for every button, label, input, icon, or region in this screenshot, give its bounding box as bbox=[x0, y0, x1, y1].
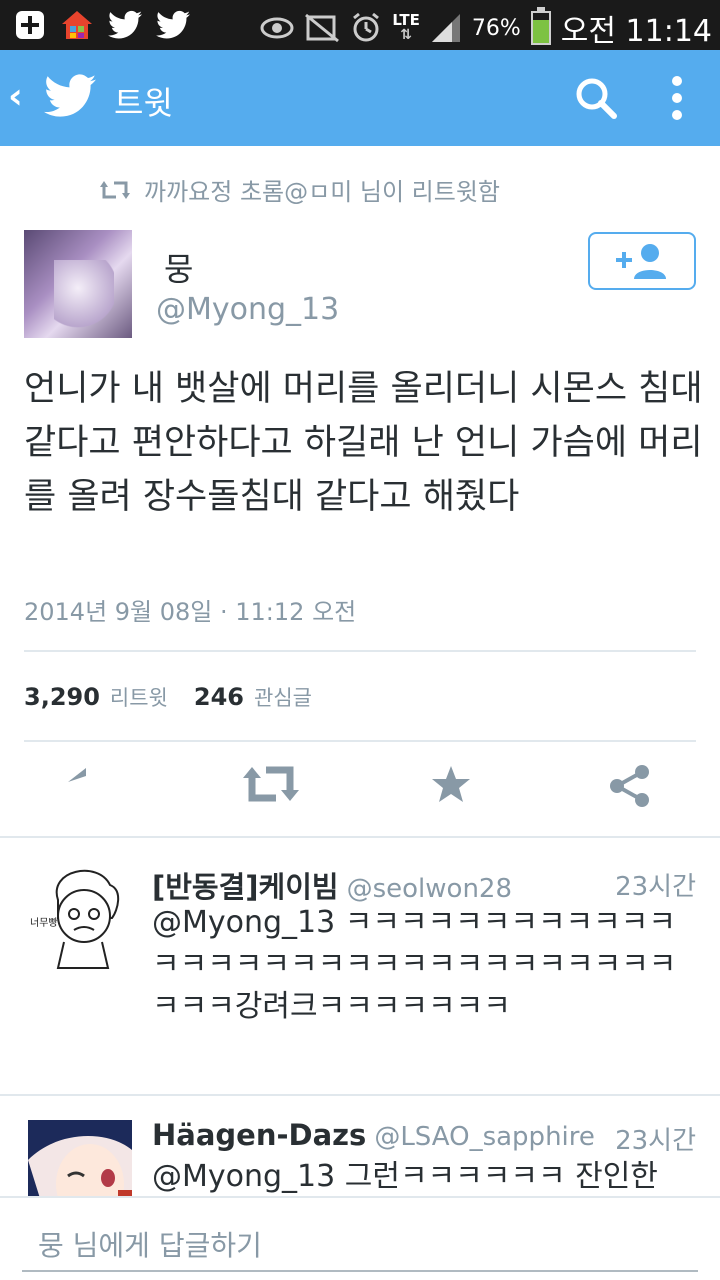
notification-icons bbox=[14, 8, 190, 42]
home-app-icon bbox=[62, 11, 92, 39]
favorite-count[interactable]: 246 bbox=[194, 683, 244, 711]
retweeted-by-text: 까까요정 초롬@ㅁ미 님이 리트윗함 bbox=[144, 178, 501, 206]
data-arrows-icon: ⇅ bbox=[400, 27, 412, 43]
reply-avatar[interactable]: 너무빵 bbox=[28, 860, 132, 969]
tweet-actions bbox=[0, 764, 720, 818]
tweet-text: 언니가 내 뱃살에 머리를 올리더니 시몬스 침대같다고 편안하다고 하길래 난… bbox=[24, 369, 703, 517]
divider bbox=[24, 650, 696, 652]
cartoon-avatar-image: 너무빵 bbox=[30, 869, 120, 969]
page-title: 트윗 bbox=[114, 84, 173, 122]
reply-author-name[interactable]: Häagen-Dazs bbox=[152, 1118, 366, 1152]
retweeted-by: 까까요정 초롬@ㅁ미 님이 리트윗함 bbox=[100, 172, 500, 207]
reply-time: 23시간 bbox=[615, 1126, 696, 1156]
twitter-notification-icon bbox=[108, 10, 142, 39]
twitter-notification-icon bbox=[156, 10, 190, 39]
tweet-timestamp: 2014년 9월 08일 · 11:12 오전 bbox=[24, 598, 357, 626]
reply-compose-bar bbox=[0, 1196, 720, 1280]
reply-author-handle[interactable]: @LSAO_sapphire bbox=[374, 1122, 595, 1152]
favorite-count-label: 관심글 bbox=[254, 686, 312, 710]
back-button[interactable]: ‹ bbox=[8, 76, 23, 117]
section-divider bbox=[0, 836, 720, 838]
search-icon[interactable] bbox=[574, 76, 618, 120]
status-bar: LTE ⇅ 76% 오전 11:14 bbox=[0, 0, 720, 50]
reply-icon[interactable] bbox=[66, 764, 114, 804]
no-signal-icon bbox=[305, 13, 340, 43]
battery-percent: 76% bbox=[471, 15, 521, 41]
reply-input[interactable] bbox=[22, 1220, 698, 1272]
author-name[interactable]: 뭉 bbox=[164, 244, 193, 290]
retweet-count-label: 리트윗 bbox=[109, 686, 168, 710]
eye-icon bbox=[260, 17, 294, 39]
reply-text: @Myong_13 그런ㅋㅋㅋㅋㅋㅋ 잔인한 bbox=[152, 1159, 658, 1194]
reply-author-name[interactable]: [반동결]케이빔 bbox=[152, 864, 339, 906]
reply-text: @Myong_13 ㅋㅋㅋㅋㅋㅋㅋㅋㅋㅋㅋㅋㅋㅋㅋㅋㅋㅋㅋㅋㅋㅋㅋㅋㅋㅋㅋㅋㅋㅋ… bbox=[152, 905, 677, 1024]
alarm-icon bbox=[353, 12, 380, 42]
add-icon bbox=[16, 11, 44, 39]
battery-icon bbox=[530, 7, 551, 45]
reply-header: [반동결]케이빔 @seolwon28 bbox=[152, 864, 512, 906]
network-type: LTE bbox=[392, 11, 420, 29]
reply-time: 23시간 bbox=[615, 872, 696, 902]
author-handle[interactable]: @Myong_13 bbox=[156, 292, 339, 327]
overflow-menu-icon[interactable] bbox=[670, 74, 684, 122]
lte-indicator: LTE ⇅ bbox=[392, 13, 420, 43]
share-icon[interactable] bbox=[608, 764, 652, 808]
favorite-star-icon[interactable] bbox=[430, 764, 472, 804]
signal-strength-icon bbox=[431, 14, 460, 42]
retweet-count[interactable]: 3,290 bbox=[24, 683, 100, 711]
tweet-stats: 3,290 리트윗 246 관심글 bbox=[24, 682, 328, 712]
reply-header: Häagen-Dazs @LSAO_sapphire bbox=[152, 1118, 595, 1152]
reply-author-handle[interactable]: @seolwon28 bbox=[347, 874, 512, 904]
author-avatar[interactable] bbox=[24, 230, 132, 338]
follow-button[interactable] bbox=[588, 232, 696, 290]
twitter-logo-icon bbox=[44, 74, 96, 117]
divider bbox=[24, 740, 696, 742]
add-user-icon bbox=[616, 244, 666, 279]
system-icons: LTE ⇅ 76% 오전 11:14 bbox=[260, 6, 712, 50]
avatar-caption: 너무빵 bbox=[30, 917, 58, 929]
retweet-small-icon bbox=[100, 180, 130, 199]
clock: 오전 11:14 bbox=[560, 14, 712, 49]
section-divider bbox=[0, 1094, 720, 1096]
retweet-icon[interactable] bbox=[242, 764, 300, 804]
action-bar: ‹ 트윗 bbox=[0, 50, 720, 146]
